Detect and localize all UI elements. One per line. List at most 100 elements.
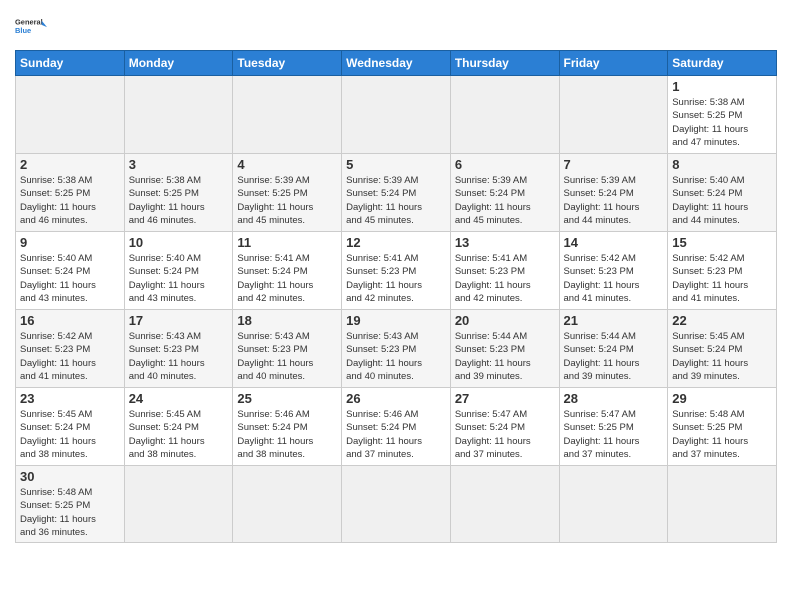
day-info: Sunrise: 5:42 AM Sunset: 5:23 PM Dayligh…: [564, 252, 664, 305]
calendar-cell: 25 Sunrise: 5:46 AM Sunset: 5:24 PM Dayli…: [233, 388, 342, 466]
calendar-cell: 2Sunrise: 5:38 AM Sunset: 5:25 PM Daylig…: [16, 154, 125, 232]
day-number: 23: [20, 391, 120, 406]
day-info: Sunrise: 5:44 AM Sunset: 5:24 PM Dayligh…: [564, 330, 664, 383]
day-number: 18: [237, 313, 337, 328]
calendar-cell: [16, 76, 125, 154]
day-number: 15: [672, 235, 772, 250]
day-number: 14: [564, 235, 664, 250]
calendar-cell: 23 Sunrise: 5:45 AM Sunset: 5:24 PM Dayli…: [16, 388, 125, 466]
day-info: Sunrise: 5:46 AM Sunset: 5:24 PM Dayligh…: [346, 408, 446, 461]
day-info: Sunrise: 5:40 AM Sunset: 5:24 PM Dayligh…: [672, 174, 772, 227]
day-info: Sunrise: 5:41 AM Sunset: 5:24 PM Dayligh…: [237, 252, 337, 305]
day-number: 20: [455, 313, 555, 328]
day-number: 8: [672, 157, 772, 172]
day-info: Sunrise: 5:38 AM Sunset: 5:25 PM Dayligh…: [20, 174, 120, 227]
day-number: 1: [672, 79, 772, 94]
calendar-cell: [342, 466, 451, 543]
calendar-cell: 7Sunrise: 5:39 AM Sunset: 5:24 PM Daylig…: [559, 154, 668, 232]
day-number: 28: [564, 391, 664, 406]
calendar-cell: [559, 466, 668, 543]
calendar-week-1: 1 Sunrise: 5:38 AM Sunset: 5:25 PM Daylig…: [16, 76, 777, 154]
calendar-cell: 27 Sunrise: 5:47 AM Sunset: 5:24 PM Dayli…: [450, 388, 559, 466]
header-day-thursday: Thursday: [450, 51, 559, 76]
day-number: 13: [455, 235, 555, 250]
day-number: 12: [346, 235, 446, 250]
day-info: Sunrise: 5:39 AM Sunset: 5:25 PM Dayligh…: [237, 174, 337, 227]
day-number: 25: [237, 391, 337, 406]
calendar-cell: 11 Sunrise: 5:41 AM Sunset: 5:24 PM Dayli…: [233, 232, 342, 310]
day-info: Sunrise: 5:38 AM Sunset: 5:25 PM Dayligh…: [129, 174, 229, 227]
calendar-cell: [233, 466, 342, 543]
calendar-cell: [668, 466, 777, 543]
day-info: Sunrise: 5:43 AM Sunset: 5:23 PM Dayligh…: [237, 330, 337, 383]
calendar-table: SundayMondayTuesdayWednesdayThursdayFrid…: [15, 50, 777, 543]
calendar-cell: [342, 76, 451, 154]
calendar-cell: 9 Sunrise: 5:40 AM Sunset: 5:24 PM Daylig…: [16, 232, 125, 310]
day-info: Sunrise: 5:39 AM Sunset: 5:24 PM Dayligh…: [346, 174, 446, 227]
day-number: 7: [564, 157, 664, 172]
calendar-cell: 24Sunrise: 5:45 AM Sunset: 5:24 PM Dayli…: [124, 388, 233, 466]
calendar-cell: 16 Sunrise: 5:42 AM Sunset: 5:23 PM Dayli…: [16, 310, 125, 388]
day-info: Sunrise: 5:44 AM Sunset: 5:23 PM Dayligh…: [455, 330, 555, 383]
calendar-cell: 21 Sunrise: 5:44 AM Sunset: 5:24 PM Dayli…: [559, 310, 668, 388]
day-info: Sunrise: 5:48 AM Sunset: 5:25 PM Dayligh…: [20, 486, 120, 539]
day-number: 16: [20, 313, 120, 328]
calendar-cell: 8 Sunrise: 5:40 AM Sunset: 5:24 PM Daylig…: [668, 154, 777, 232]
day-info: Sunrise: 5:45 AM Sunset: 5:24 PM Dayligh…: [129, 408, 229, 461]
day-info: Sunrise: 5:47 AM Sunset: 5:25 PM Dayligh…: [564, 408, 664, 461]
day-info: Sunrise: 5:48 AM Sunset: 5:25 PM Dayligh…: [672, 408, 772, 461]
calendar-cell: 6Sunrise: 5:39 AM Sunset: 5:24 PM Daylig…: [450, 154, 559, 232]
day-info: Sunrise: 5:41 AM Sunset: 5:23 PM Dayligh…: [346, 252, 446, 305]
logo: GeneralBlue: [15, 10, 47, 42]
logo-icon: GeneralBlue: [15, 10, 47, 42]
header-day-wednesday: Wednesday: [342, 51, 451, 76]
calendar-week-2: 2Sunrise: 5:38 AM Sunset: 5:25 PM Daylig…: [16, 154, 777, 232]
svg-text:General: General: [15, 17, 43, 26]
day-number: 29: [672, 391, 772, 406]
day-info: Sunrise: 5:40 AM Sunset: 5:24 PM Dayligh…: [20, 252, 120, 305]
day-info: Sunrise: 5:41 AM Sunset: 5:23 PM Dayligh…: [455, 252, 555, 305]
header-day-tuesday: Tuesday: [233, 51, 342, 76]
day-info: Sunrise: 5:47 AM Sunset: 5:24 PM Dayligh…: [455, 408, 555, 461]
day-number: 21: [564, 313, 664, 328]
calendar-cell: 10Sunrise: 5:40 AM Sunset: 5:24 PM Dayli…: [124, 232, 233, 310]
calendar-cell: [124, 466, 233, 543]
calendar-cell: [559, 76, 668, 154]
day-info: Sunrise: 5:39 AM Sunset: 5:24 PM Dayligh…: [455, 174, 555, 227]
day-info: Sunrise: 5:40 AM Sunset: 5:24 PM Dayligh…: [129, 252, 229, 305]
day-number: 19: [346, 313, 446, 328]
calendar-cell: 30 Sunrise: 5:48 AM Sunset: 5:25 PM Dayli…: [16, 466, 125, 543]
day-number: 17: [129, 313, 229, 328]
day-info: Sunrise: 5:42 AM Sunset: 5:23 PM Dayligh…: [20, 330, 120, 383]
day-number: 5: [346, 157, 446, 172]
day-number: 22: [672, 313, 772, 328]
day-number: 9: [20, 235, 120, 250]
day-number: 4: [237, 157, 337, 172]
calendar-cell: 28 Sunrise: 5:47 AM Sunset: 5:25 PM Dayli…: [559, 388, 668, 466]
calendar-cell: 13 Sunrise: 5:41 AM Sunset: 5:23 PM Dayli…: [450, 232, 559, 310]
day-info: Sunrise: 5:38 AM Sunset: 5:25 PM Dayligh…: [672, 96, 772, 149]
day-info: Sunrise: 5:43 AM Sunset: 5:23 PM Dayligh…: [129, 330, 229, 383]
day-number: 26: [346, 391, 446, 406]
calendar-cell: 5 Sunrise: 5:39 AM Sunset: 5:24 PM Daylig…: [342, 154, 451, 232]
calendar-cell: 17 Sunrise: 5:43 AM Sunset: 5:23 PM Dayli…: [124, 310, 233, 388]
svg-text:Blue: Blue: [15, 26, 31, 35]
day-number: 11: [237, 235, 337, 250]
page-header: GeneralBlue: [15, 10, 777, 42]
calendar-cell: [450, 466, 559, 543]
day-info: Sunrise: 5:45 AM Sunset: 5:24 PM Dayligh…: [20, 408, 120, 461]
day-number: 3: [129, 157, 229, 172]
calendar-cell: 22Sunrise: 5:45 AM Sunset: 5:24 PM Dayli…: [668, 310, 777, 388]
calendar-cell: 20 Sunrise: 5:44 AM Sunset: 5:23 PM Dayli…: [450, 310, 559, 388]
day-info: Sunrise: 5:46 AM Sunset: 5:24 PM Dayligh…: [237, 408, 337, 461]
calendar-cell: [450, 76, 559, 154]
calendar-week-4: 16 Sunrise: 5:42 AM Sunset: 5:23 PM Dayli…: [16, 310, 777, 388]
calendar-cell: 12 Sunrise: 5:41 AM Sunset: 5:23 PM Dayli…: [342, 232, 451, 310]
day-number: 30: [20, 469, 120, 484]
header-day-saturday: Saturday: [668, 51, 777, 76]
header-day-sunday: Sunday: [16, 51, 125, 76]
calendar-header-row: SundayMondayTuesdayWednesdayThursdayFrid…: [16, 51, 777, 76]
day-number: 27: [455, 391, 555, 406]
calendar-cell: 29 Sunrise: 5:48 AM Sunset: 5:25 PM Dayli…: [668, 388, 777, 466]
calendar-cell: 26 Sunrise: 5:46 AM Sunset: 5:24 PM Dayli…: [342, 388, 451, 466]
